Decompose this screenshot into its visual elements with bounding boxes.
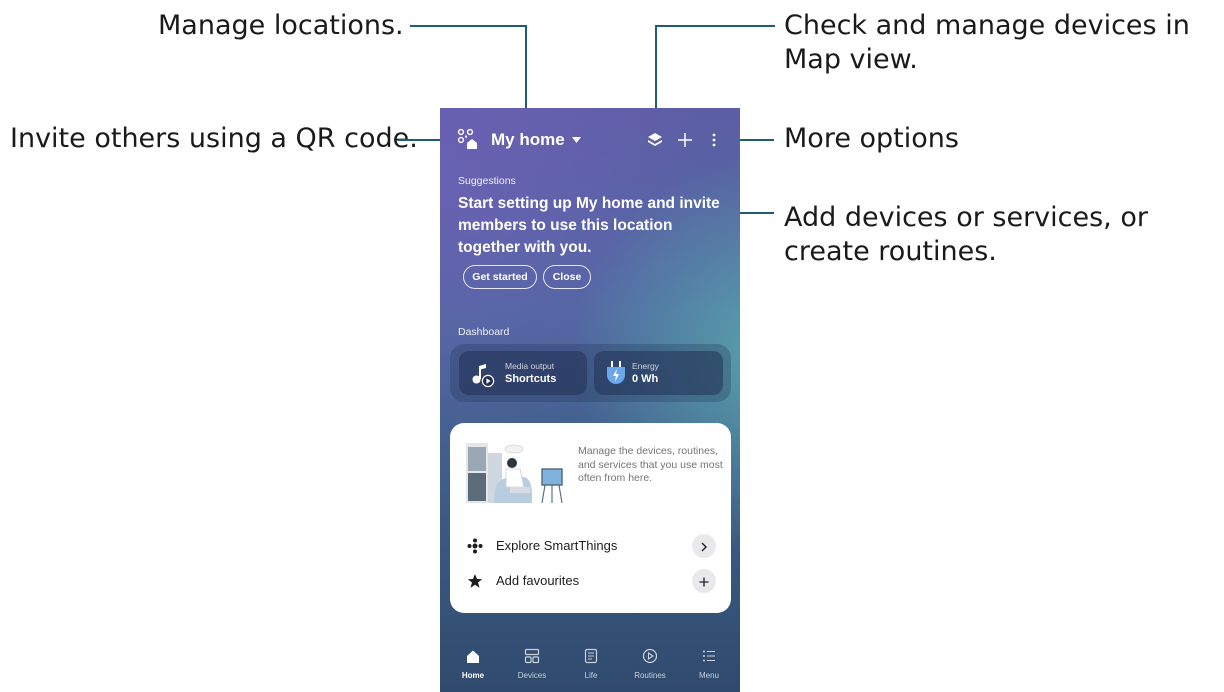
energy-value: 0 Wh: [632, 373, 659, 385]
callout-add-devices-text: Add devices or services, or create routi…: [784, 202, 1148, 267]
plus-icon: [699, 572, 709, 591]
leader-line: [655, 25, 775, 27]
callout-add-devices: Add devices or services, or create routi…: [784, 201, 1220, 269]
card-description: Manage the devices, routines, and servic…: [578, 445, 723, 484]
media-output-card[interactable]: Media output Shortcuts: [459, 351, 587, 395]
favourites-card: Manage the devices, routines, and servic…: [450, 423, 731, 613]
explore-smartthings-label: Explore SmartThings: [496, 538, 618, 553]
nav-devices-label: Devices: [517, 671, 547, 680]
explore-smartthings-item[interactable]: Explore SmartThings: [450, 532, 731, 560]
explore-chevron-button[interactable]: [692, 534, 716, 558]
star-icon: [467, 573, 483, 593]
dashboard-panel: Media output Shortcuts Energy 0 Wh: [450, 344, 731, 402]
get-started-button[interactable]: Get started: [463, 265, 537, 289]
nav-life[interactable]: Life: [571, 648, 611, 680]
chevron-right-icon: [700, 537, 708, 556]
location-title: My home: [491, 130, 565, 149]
energy-plug-icon: [605, 360, 627, 390]
add-icon[interactable]: [675, 130, 695, 150]
nav-routines-label: Routines: [634, 671, 666, 680]
nav-life-label: Life: [584, 671, 598, 680]
energy-card[interactable]: Energy 0 Wh: [594, 351, 723, 395]
add-favourites-label: Add favourites: [496, 573, 580, 588]
living-room-illustration: [466, 439, 568, 505]
routines-icon: [642, 648, 658, 668]
energy-subtitle: Energy: [632, 361, 659, 371]
media-output-title: Shortcuts: [505, 373, 557, 385]
nav-home-label: Home: [461, 671, 485, 680]
life-icon: [583, 648, 599, 668]
callout-map-view: Check and manage devices in Map view.: [784, 9, 1204, 77]
music-note-icon: [469, 361, 495, 391]
add-favourites-item[interactable]: Add favourites: [450, 567, 731, 595]
smartthings-icon: [467, 538, 483, 558]
qr-invite-icon[interactable]: [456, 128, 480, 150]
home-icon: [465, 648, 481, 668]
dashboard-label: Dashboard: [458, 326, 510, 338]
callout-invite: Invite others using a QR code.: [10, 123, 418, 154]
menu-icon: [701, 648, 717, 668]
location-selector[interactable]: My home: [491, 129, 581, 151]
close-button[interactable]: Close: [543, 265, 591, 289]
map-view-icon[interactable]: [644, 130, 666, 150]
callout-manage-locations: Manage locations.: [158, 10, 404, 41]
nav-devices[interactable]: Devices: [512, 648, 552, 680]
nav-menu-label: Menu: [698, 671, 719, 680]
nav-routines[interactable]: Routines: [630, 648, 670, 680]
nav-home[interactable]: Home: [453, 648, 493, 680]
suggestion-message: Start setting up My home and invite memb…: [458, 195, 720, 256]
add-favourites-button[interactable]: [692, 569, 716, 593]
nav-menu[interactable]: Menu: [689, 648, 729, 680]
callout-more-options: More options: [784, 123, 959, 154]
media-output-subtitle: Media output: [505, 361, 555, 371]
callout-map-view-text: Check and manage devices in Map view.: [784, 10, 1190, 75]
devices-icon: [524, 648, 540, 668]
suggestions-label: Suggestions: [458, 175, 516, 187]
leader-line: [410, 25, 527, 27]
more-options-icon[interactable]: [708, 130, 720, 150]
phone-screen: My home Suggestions Start setting up My …: [440, 108, 740, 692]
caret-down-icon: [571, 131, 581, 149]
